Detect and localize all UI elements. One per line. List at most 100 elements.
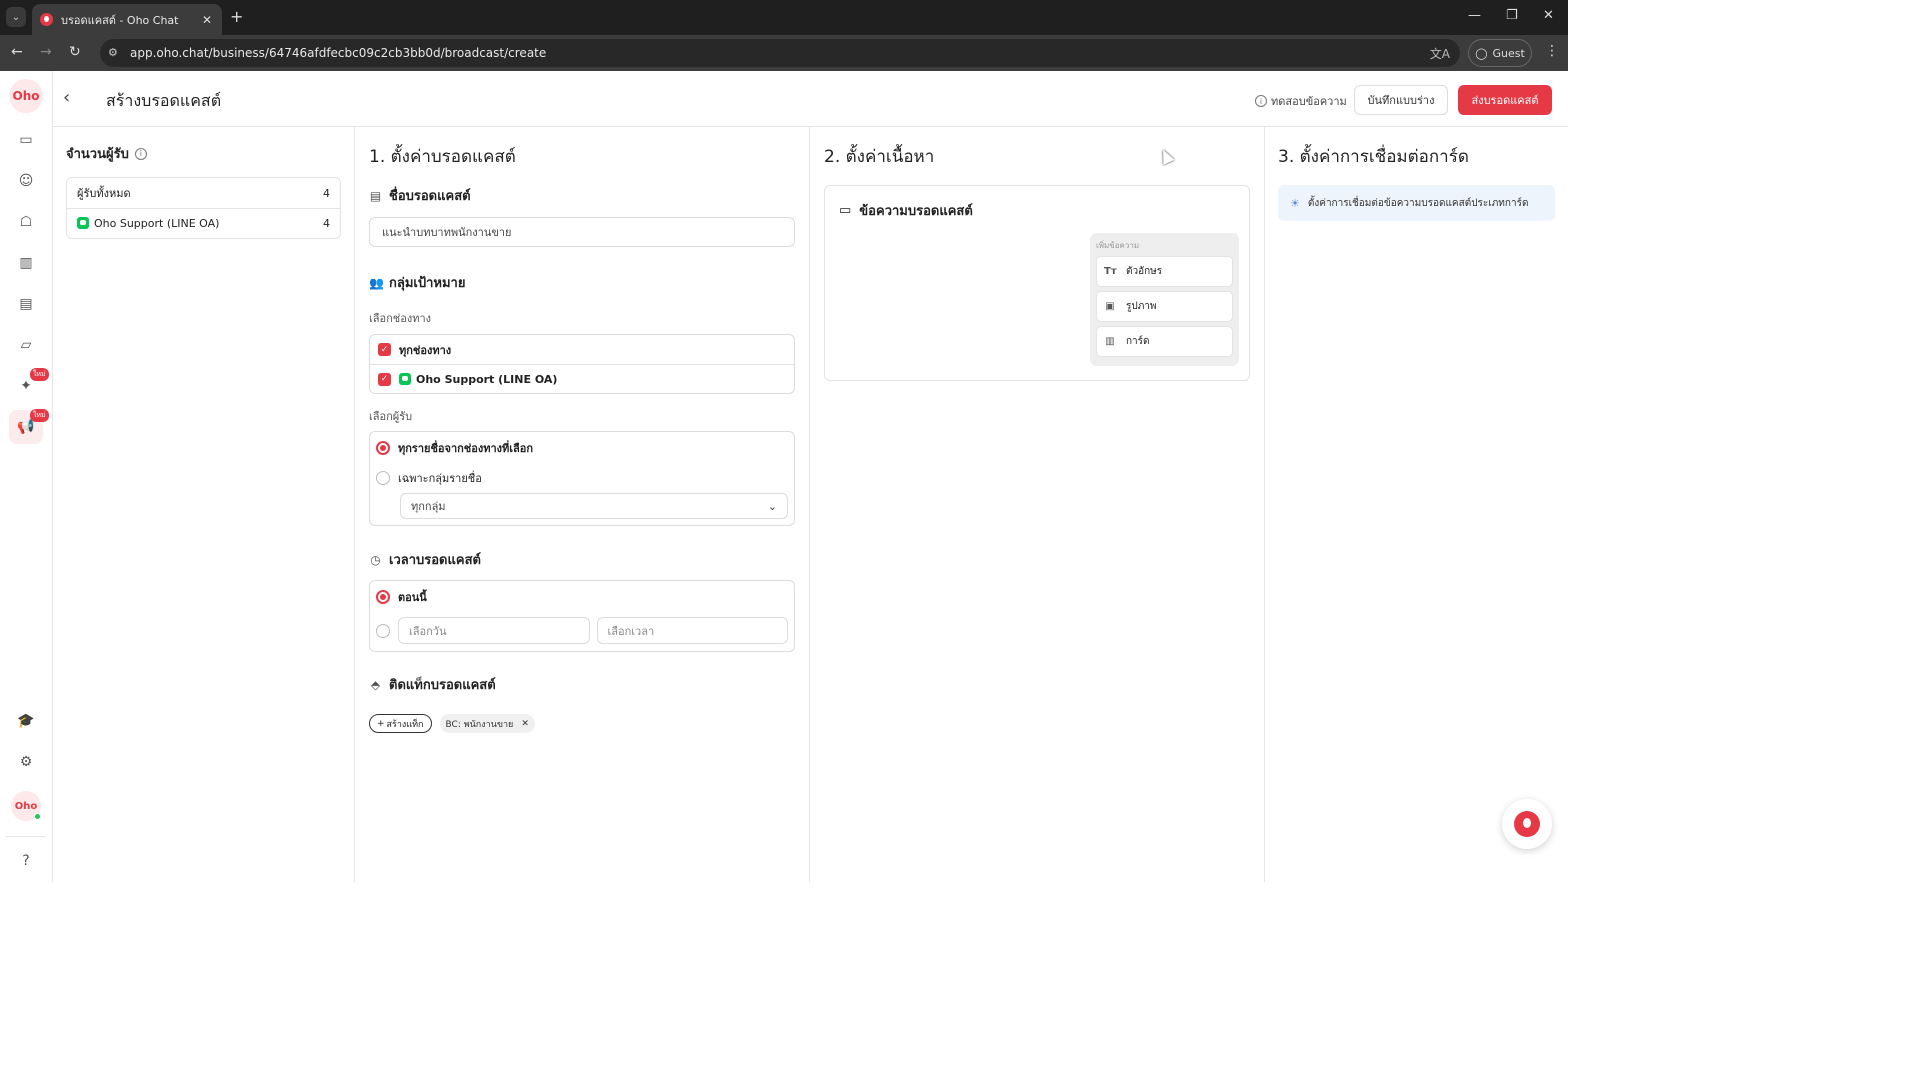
date-input[interactable]: เลือกวัน [398, 617, 590, 644]
profile-button[interactable]: ◯ Guest [1468, 39, 1532, 67]
time-now-radio[interactable]: ตอนนี้ [370, 582, 794, 612]
app-sidebar: Oho ▭ ☺ ☖ ▥ ▤ ▱ ✦ ใหม่ 📢 ใหม่ 🎓 ⚙ Oho ? [0, 71, 53, 882]
tag-section-title: ⬘ ติดแท็กบรอดแคสต์ [369, 674, 795, 695]
time-section-label: เวลาบรอดแคสต์ [389, 553, 481, 568]
recipient-all-label: ทุกรายชื่อจากช่องทางที่เลือก [398, 442, 534, 455]
channel-line-checkbox[interactable]: ✓ Oho Support (LINE OA) [370, 364, 794, 393]
translate-icon[interactable]: 文A [1430, 45, 1450, 62]
group-select[interactable]: ทุกกลุ่ม ⌄ [400, 493, 788, 519]
time-now-label: ตอนนี้ [398, 591, 427, 604]
lightbulb-icon: ☀ [1290, 196, 1300, 210]
add-card-button[interactable]: ▥ การ์ด [1096, 326, 1233, 357]
test-message-button[interactable]: i ทดสอบข้อความ [1255, 92, 1347, 110]
recipients-title: จำนวนผู้รับ [66, 147, 129, 162]
channel-all-label: ทุกช่องทาง [399, 343, 452, 357]
save-draft-button[interactable]: บันทึกแบบร่าง [1354, 85, 1448, 115]
tag-label: BC: พนักงานขาย [445, 719, 514, 730]
remove-tag-icon[interactable]: ✕ [521, 719, 529, 729]
message-card-header: ▭ ข้อความบรอดแคสต์ [839, 200, 1235, 221]
forward-icon[interactable]: → [40, 44, 52, 60]
card-connection-info-text: ตั้งค่าการเชื่อมต่อข้อความบรอดแคสต์ประเภ… [1307, 197, 1529, 209]
document-icon: ▤ [369, 188, 382, 203]
info-icon[interactable]: i [134, 147, 147, 160]
create-tag-button[interactable]: + สร้างแท็ก [369, 714, 432, 733]
message-icon: ▭ [839, 203, 852, 218]
reload-icon[interactable]: ↻ [69, 44, 81, 60]
step1-title: 1. ตั้งค่าบรอดแคสต์ [369, 147, 516, 167]
add-image-button[interactable]: ▣ รูปภาพ [1096, 291, 1233, 322]
add-text-label: ตัวอักษร [1126, 266, 1163, 277]
browser-tab[interactable]: บรอดแคสต์ - Oho Chat ✕ [32, 4, 222, 35]
add-text-button[interactable]: Tт ตัวอักษร [1096, 256, 1233, 287]
site-info-icon[interactable]: ⚙ [108, 46, 122, 60]
tag-section-label: ติดแท็กบรอดแคสต์ [389, 678, 496, 693]
page-header: ‹ สร้างบรอดแคสต์ i ทดสอบข้อความ บันทึกแบ… [53, 71, 1568, 127]
broadcast-name-input[interactable]: แนะนำบทบาทพนักงานขาย [369, 217, 795, 247]
send-broadcast-button[interactable]: ส่งบรอดแคสต์ [1458, 85, 1552, 115]
radio-selected-icon [376, 590, 390, 604]
channel-checkbox-group: ✓ ทุกช่องทาง ✓ Oho Support (LINE OA) [369, 334, 795, 394]
academy-icon[interactable]: 🎓 [17, 712, 35, 730]
bot-icon[interactable]: ☖ [17, 213, 35, 231]
tab-title: บรอดแคสต์ - Oho Chat [61, 13, 179, 27]
minimize-icon[interactable]: — [1468, 8, 1481, 23]
browser-toolbar: ← → ↻ ⚙ app.oho.chat/business/64746afdfe… [0, 35, 1568, 71]
channel-all-checkbox[interactable]: ✓ ทุกช่องทาง [370, 335, 794, 364]
group-select-value: ทุกกลุ่ม [411, 500, 446, 513]
name-section-label: ชื่อบรอดแคสต์ [389, 189, 471, 204]
back-icon[interactable]: ← [11, 44, 23, 60]
radio-selected-icon [376, 441, 390, 455]
card-connection-info: ☀ ตั้งค่าการเชื่อมต่อข้อความบรอดแคสต์ประ… [1278, 185, 1555, 221]
address-bar[interactable]: ⚙ app.oho.chat/business/64746afdfecbc09c… [100, 39, 1460, 67]
tab-search-icon[interactable]: ⌄ [6, 7, 26, 27]
recipients-header: จำนวนผู้รับ i [66, 143, 341, 164]
help-icon[interactable]: ? [17, 852, 35, 870]
recipient-group-label: เฉพาะกลุ่มรายชื่อ [398, 472, 482, 485]
new-badge: ใหม่ [30, 409, 49, 422]
radio-unselected-icon[interactable] [376, 623, 390, 638]
list-item: Oho Support (LINE OA) 4 [67, 208, 340, 238]
step2-title: 2. ตั้งค่าเนื้อหา [824, 147, 935, 167]
close-tab-icon[interactable]: ✕ [200, 13, 214, 27]
recipient-group-radio[interactable]: เฉพาะกลุ่มรายชื่อ [370, 463, 794, 493]
restore-icon[interactable]: ❐ [1506, 8, 1518, 23]
oho-logo[interactable]: Oho [9, 79, 43, 113]
analytics-icon[interactable]: ▥ [17, 254, 35, 272]
card-connection-panel: 3. ตั้งค่าการเชื่อมต่อการ์ด ☀ ตั้งค่าการ… [1265, 127, 1568, 882]
clipboard-icon[interactable]: ▤ [17, 295, 35, 313]
checkbox-checked-icon: ✓ [378, 343, 391, 356]
oho-favicon-icon [40, 13, 53, 26]
add-card-label: การ์ด [1126, 336, 1150, 347]
checkbox-checked-icon: ✓ [378, 372, 391, 386]
recipient-count: 4 [323, 217, 330, 230]
close-window-icon[interactable]: ✕ [1543, 8, 1554, 23]
chevron-down-icon: ⌄ [767, 499, 777, 513]
tag-list: + สร้างแท็ก BC: พนักงานขาย ✕ [369, 714, 795, 733]
back-arrow-icon[interactable]: ‹ [63, 87, 70, 108]
page-title: สร้างบรอดแคสต์ [106, 91, 222, 110]
line-icon [77, 217, 89, 229]
add-message-panel: เพิ่มข้อความ Tт ตัวอักษร ▣ รูปภาพ ▥ การ์… [1090, 233, 1239, 366]
recipient-count: 4 [323, 186, 330, 200]
new-tab-icon[interactable]: + [230, 8, 243, 26]
settings-gear-icon[interactable]: ⚙ [17, 753, 35, 771]
browser-menu-icon[interactable]: ⋮ [1545, 43, 1559, 59]
recipient-all-radio[interactable]: ทุกรายชื่อจากช่องทางที่เลือก [370, 433, 794, 463]
contacts-icon[interactable]: ☺ [17, 172, 35, 190]
folder-icon[interactable]: ▱ [17, 336, 35, 354]
browser-tab-bar: ⌄ บรอดแคสต์ - Oho Chat ✕ + — ❐ ✕ [0, 0, 1568, 35]
time-radio-group: ตอนนี้ เลือกวัน เลือกเวลา [369, 580, 795, 652]
text-icon: Tт [1104, 266, 1117, 277]
users-icon: 👥 [369, 275, 384, 290]
clock-icon: ◷ [370, 552, 381, 567]
broadcast-message-card: ▭ ข้อความบรอดแคสต์ เพิ่มข้อความ Tт ตัวอั… [824, 185, 1250, 381]
name-section-title: ▤ ชื่อบรอดแคสต์ [369, 185, 795, 206]
tag-chip: BC: พนักงานขาย ✕ [439, 714, 535, 733]
chat-icon[interactable]: ▭ [17, 131, 35, 149]
message-card-title: ข้อความบรอดแคสต์ [859, 204, 973, 219]
broadcast-settings-panel: 1. ตั้งค่าบรอดแคสต์ ▤ ชื่อบรอดแคสต์ แนะน… [355, 127, 810, 882]
info-icon: i [1255, 95, 1267, 107]
chat-support-button[interactable] [1502, 799, 1552, 849]
time-input[interactable]: เลือกเวลา [596, 617, 788, 644]
profile-label: Guest [1492, 46, 1525, 60]
